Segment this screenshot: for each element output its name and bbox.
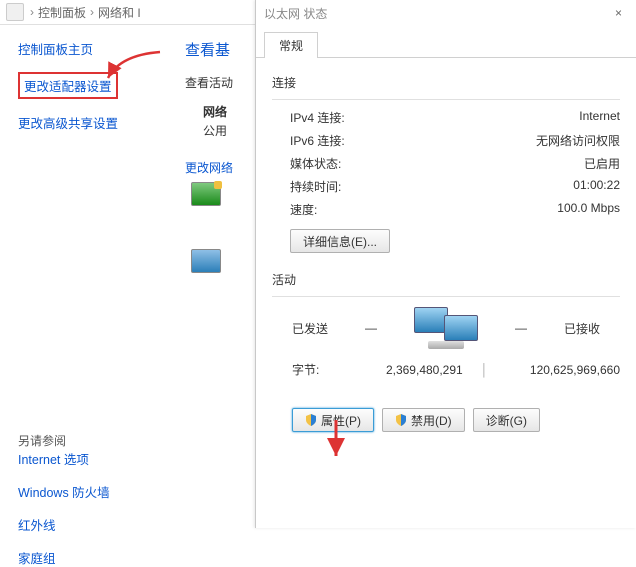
sidebar-adv-sharing[interactable]: 更改高级共享设置 [18, 113, 185, 132]
details-button[interactable]: 详细信息(E)... [290, 229, 390, 253]
adapter-icon[interactable] [191, 182, 221, 206]
properties-button-label: 属性(P) [321, 412, 361, 429]
row-ipv4-value: Internet [579, 109, 620, 126]
row-ipv6-value: 无网络访问权限 [536, 132, 620, 149]
dialog-title: 以太网 状态 [264, 5, 327, 22]
tab-general[interactable]: 常规 [264, 32, 318, 58]
sidebar-infrared[interactable]: 红外线 [18, 515, 185, 534]
sent-label: 已发送 [292, 320, 328, 337]
activity-monitors-icon [414, 307, 478, 349]
sidebar-internet-options[interactable]: Internet 选项 [18, 449, 185, 468]
row-duration-value: 01:00:22 [573, 178, 620, 195]
nav-up-icon[interactable] [6, 3, 24, 21]
page-title: 查看基 [185, 39, 245, 60]
section-active: 查看活动 [185, 74, 245, 91]
main-panel-cut: 查看基 查看活动 网络 公用 更改网络 [185, 25, 245, 529]
row-ipv4-label: IPv4 连接: [290, 109, 345, 126]
sidebar-home[interactable]: 控制面板主页 [18, 39, 185, 58]
network-public: 公用 [185, 122, 245, 139]
see-also-header: 另请参阅 [18, 432, 185, 449]
crumb-sep: › [30, 5, 34, 19]
sidebar: 控制面板主页 更改适配器设置 更改高级共享设置 另请参阅 Internet 选项… [0, 25, 185, 529]
recv-label: 已接收 [564, 320, 600, 337]
disable-button-label: 禁用(D) [411, 412, 452, 429]
row-media-label: 媒体状态: [290, 155, 341, 172]
bytes-recv-value: 120,625,969,660 [506, 363, 620, 377]
bytes-divider: │ [481, 363, 489, 377]
sidebar-firewall[interactable]: Windows 防火墙 [18, 482, 185, 501]
section-connection: 连接 [272, 74, 620, 91]
adapter-icon-2[interactable] [191, 249, 221, 273]
crumb-home[interactable]: 控制面板 [38, 4, 86, 21]
properties-button[interactable]: 属性(P) [292, 408, 374, 432]
shield-icon [305, 414, 317, 426]
close-icon[interactable]: × [609, 6, 628, 20]
row-duration-label: 持续时间: [290, 178, 341, 195]
diagnose-button-label: 诊断(G) [486, 412, 527, 429]
row-speed-label: 速度: [290, 201, 317, 218]
crumb-sep-2: › [90, 5, 94, 19]
diagnose-button[interactable]: 诊断(G) [473, 408, 540, 432]
bytes-sent-value: 2,369,480,291 [349, 363, 463, 377]
sidebar-adapter-settings[interactable]: 更改适配器设置 [18, 72, 118, 99]
ethernet-status-dialog: 以太网 状态 × 常规 连接 IPv4 连接: Internet IPv6 连接:… [255, 0, 636, 528]
network-label: 网络 [185, 103, 245, 120]
bytes-label: 字节: [292, 361, 349, 378]
tab-bar: 常规 [256, 27, 636, 58]
row-media-value: 已启用 [584, 155, 620, 172]
crumb-network[interactable]: 网络和 I [98, 4, 141, 21]
shield-icon-2 [395, 414, 407, 426]
disable-button[interactable]: 禁用(D) [382, 408, 465, 432]
section-activity: 活动 [272, 271, 620, 288]
sidebar-homegroup[interactable]: 家庭组 [18, 548, 185, 567]
row-speed-value: 100.0 Mbps [557, 201, 620, 218]
change-network: 更改网络 [185, 159, 245, 176]
row-ipv6-label: IPv6 连接: [290, 132, 345, 149]
